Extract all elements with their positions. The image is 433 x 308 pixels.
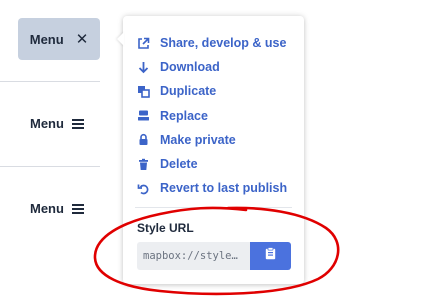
menu-label: Menu — [30, 201, 64, 216]
popover-arrow — [117, 32, 124, 46]
divider — [135, 207, 292, 208]
trash-icon — [137, 158, 150, 171]
divider — [0, 166, 100, 167]
menu-item-duplicate[interactable]: Duplicate — [123, 79, 304, 103]
revert-icon — [137, 182, 150, 195]
hamburger-icon — [71, 118, 84, 129]
menu-item-label: Replace — [160, 108, 208, 123]
style-menu-popover: Share, develop & use Download Duplicate … — [123, 16, 304, 284]
download-arrow-icon — [137, 61, 150, 74]
duplicate-icon — [137, 85, 150, 98]
menu-item-label: Revert to last publish — [160, 181, 288, 196]
menu-button[interactable]: Menu — [30, 201, 84, 216]
menu-item-label: Download — [160, 60, 220, 75]
replace-icon — [137, 109, 150, 122]
menu-button-open[interactable]: Menu ✕ — [18, 18, 100, 60]
menu-item-download[interactable]: Download — [123, 55, 304, 79]
close-icon: ✕ — [75, 30, 89, 48]
lock-icon — [137, 133, 150, 146]
hamburger-icon — [71, 203, 84, 214]
menu-item-replace[interactable]: Replace — [123, 104, 304, 128]
divider — [0, 81, 100, 82]
menu-item-label: Duplicate — [160, 84, 217, 99]
menu-item-label: Delete — [160, 157, 198, 172]
menu-item-label: Make private — [160, 132, 236, 147]
menu-item-make-private[interactable]: Make private — [123, 128, 304, 152]
style-url-input[interactable] — [137, 242, 250, 270]
stage: Menu ✕ Menu Menu Share, develop & use Do… — [0, 0, 433, 308]
menu-button[interactable]: Menu — [30, 116, 84, 131]
menu-item-share[interactable]: Share, develop & use — [123, 31, 304, 55]
style-url-label: Style URL — [137, 221, 194, 235]
clipboard-icon — [265, 247, 276, 265]
external-link-icon — [137, 37, 150, 50]
menu-label: Menu — [29, 31, 64, 47]
menu-list: Share, develop & use Download Duplicate … — [123, 16, 304, 200]
menu-item-label: Share, develop & use — [160, 36, 287, 51]
menu-label: Menu — [30, 116, 64, 131]
copy-url-button[interactable] — [250, 242, 291, 270]
menu-item-delete[interactable]: Delete — [123, 152, 304, 176]
menu-item-revert[interactable]: Revert to last publish — [123, 176, 304, 200]
